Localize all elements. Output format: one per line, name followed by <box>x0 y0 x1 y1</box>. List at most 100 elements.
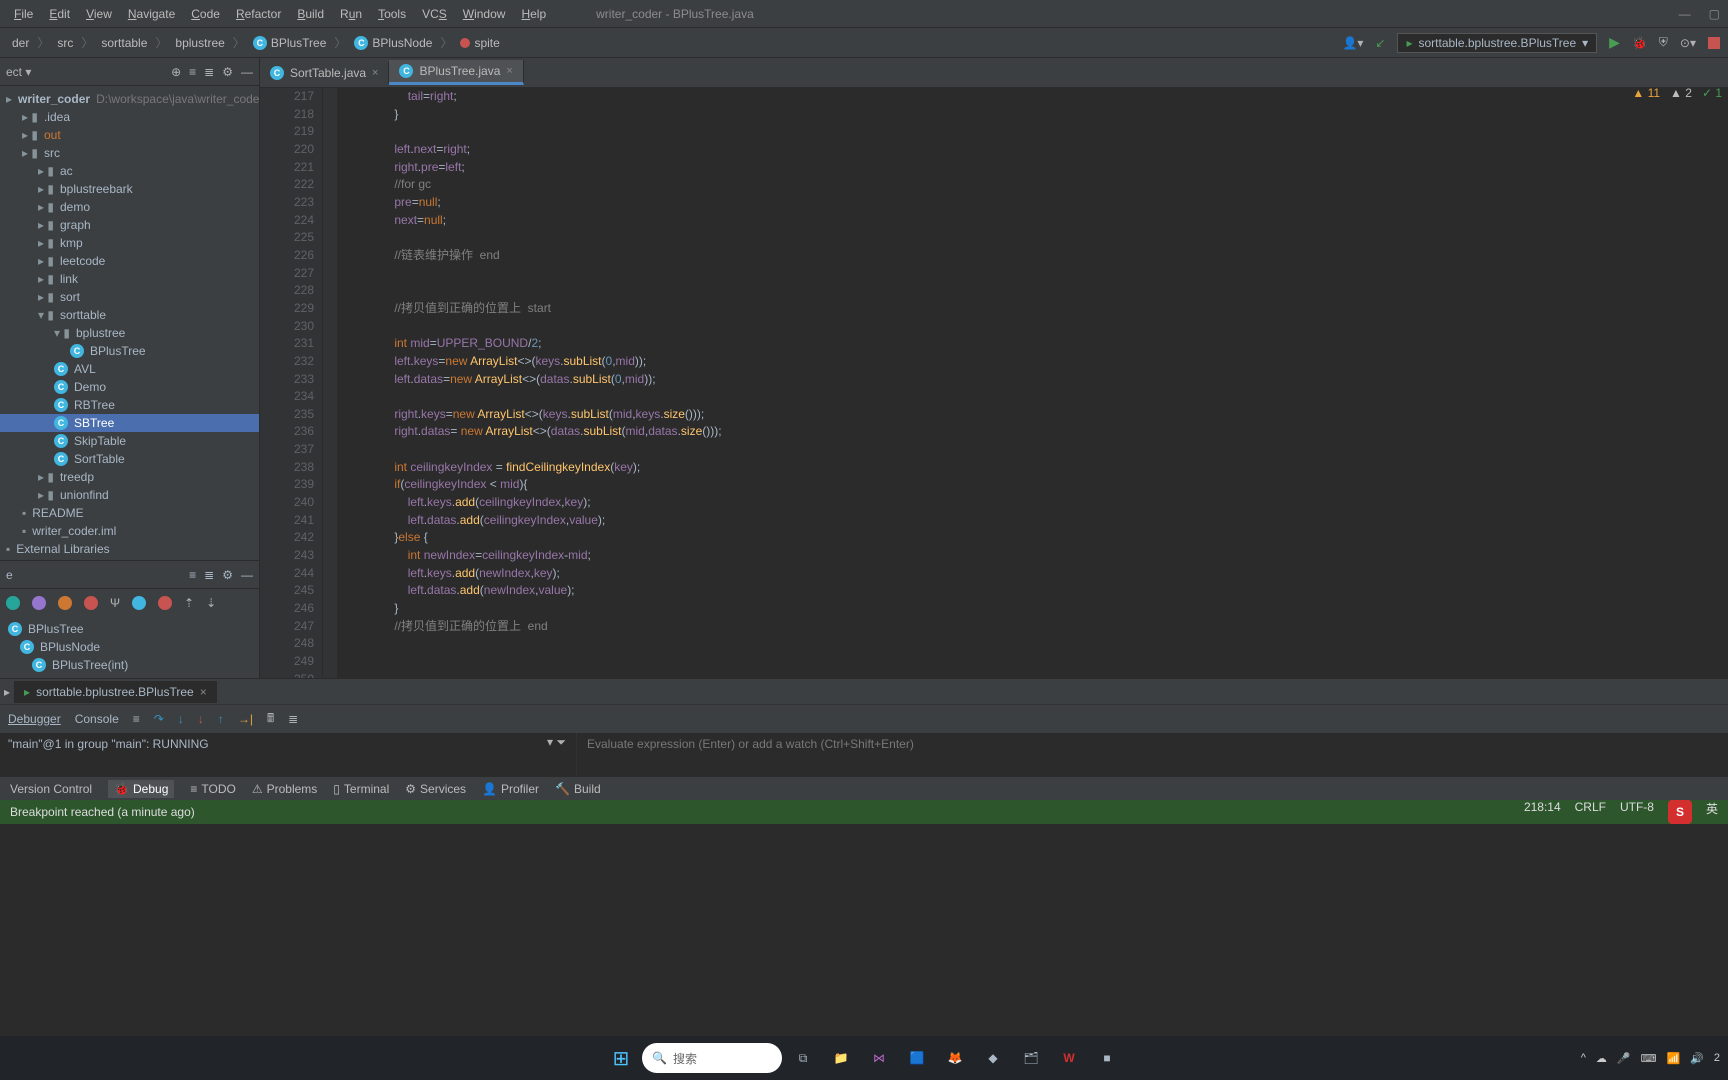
tree-item-external libraries[interactable]: ▪External Libraries <box>0 540 259 558</box>
project-label[interactable]: ect ▾ <box>6 65 31 79</box>
crumb-class[interactable]: CBPlusTree <box>249 34 331 52</box>
filter-anon-icon[interactable] <box>132 596 146 610</box>
task-view[interactable]: ⧉ <box>786 1041 820 1075</box>
filter-field-icon[interactable] <box>58 596 72 610</box>
start-button[interactable]: ⊞ <box>604 1041 638 1075</box>
ime-lang[interactable]: 英 <box>1706 800 1718 824</box>
filter-property-icon[interactable] <box>32 596 46 610</box>
tree-item-bplustree[interactable]: CBPlusTree <box>0 342 259 360</box>
run-button[interactable]: ▶ <box>1609 34 1620 51</box>
inspection-widget[interactable]: ▲ 11 ▲ 2 ✓ 1 <box>1632 86 1722 100</box>
tree-item-sbtree[interactable]: CSBTree <box>0 414 259 432</box>
tree-root[interactable]: ▸ writer_coder D:\workspace\java\writer_… <box>0 90 259 108</box>
collapse-icon[interactable]: ≣ <box>204 65 214 79</box>
filter-up-icon[interactable]: ⇡ <box>184 596 194 610</box>
crumb-sorttable[interactable]: sorttable <box>97 34 151 52</box>
menu-file[interactable]: File <box>8 5 39 23</box>
code-area[interactable]: 2172182192202212222232242252262272282292… <box>260 88 1728 678</box>
force-step-icon[interactable]: ↓ <box>198 712 204 726</box>
stop-button[interactable] <box>1708 37 1720 49</box>
structure-label[interactable]: e <box>6 568 13 582</box>
menu-navigate[interactable]: Navigate <box>122 5 181 23</box>
tree-item-treedp[interactable]: ▸ ▮treedp <box>0 468 259 486</box>
run-config-selector[interactable]: ▸ sorttable.bplustree.BPlusTree ▾ <box>1397 33 1597 53</box>
frames-panel[interactable]: "main"@1 in group "main": RUNNING ▾ ⏷ <box>0 733 576 776</box>
app-icon-2[interactable]: 🗂 <box>1014 1041 1048 1075</box>
explorer-icon[interactable]: 📁 <box>824 1041 858 1075</box>
variables-panel[interactable]: Evaluate expression (Enter) or add a wat… <box>576 733 1728 776</box>
tree-item-unionfind[interactable]: ▸ ▮unionfind <box>0 486 259 504</box>
caret-position[interactable]: 218:14 <box>1524 800 1561 824</box>
menu-refactor[interactable]: Refactor <box>230 5 287 23</box>
tree-item-leetcode[interactable]: ▸ ▮leetcode <box>0 252 259 270</box>
tool-profiler[interactable]: 👤 Profiler <box>482 782 539 796</box>
wifi-icon[interactable]: 📶 <box>1666 1052 1680 1065</box>
menu-tools[interactable]: Tools <box>372 5 412 23</box>
editor-tab-BPlusTree.java[interactable]: CBPlusTree.java× <box>389 60 523 85</box>
debug-button[interactable]: 🐞 <box>1632 36 1647 50</box>
tree-item-sorttable[interactable]: CSortTable <box>0 450 259 468</box>
evaluate-icon[interactable]: 🖩 <box>267 709 274 730</box>
crumb-root[interactable]: der <box>8 34 33 52</box>
tree-item-demo[interactable]: ▸ ▮demo <box>0 198 259 216</box>
tool-build[interactable]: 🔨 Build <box>555 782 601 796</box>
add-user-icon[interactable]: 👤▾ <box>1342 36 1363 50</box>
edge-icon[interactable]: 🟦 <box>900 1041 934 1075</box>
wps-icon[interactable]: W <box>1052 1041 1086 1075</box>
editor-tab-SortTable.java[interactable]: CSortTable.java× <box>260 62 389 84</box>
settings-icon[interactable]: ⚙ <box>222 65 233 79</box>
filter-down-icon[interactable]: ⇣ <box>206 596 216 610</box>
tree-item-bplustreebark[interactable]: ▸ ▮bplustreebark <box>0 180 259 198</box>
volume-icon[interactable]: 🔊 <box>1690 1052 1704 1065</box>
ime-indicator[interactable]: S <box>1668 800 1692 824</box>
filter-method-icon[interactable] <box>84 596 98 610</box>
close-icon[interactable]: × <box>506 65 512 77</box>
crumb-inner[interactable]: CBPlusNode <box>350 34 436 52</box>
tree-item-ac[interactable]: ▸ ▮ac <box>0 162 259 180</box>
expand-icon[interactable]: ≡ <box>189 65 196 79</box>
taskbar-search[interactable]: 🔍 搜索 <box>642 1043 782 1073</box>
step-into-icon[interactable]: ↷ <box>154 712 164 726</box>
app-icon-3[interactable]: ■ <box>1090 1041 1124 1075</box>
tool-problems[interactable]: ⚠ Problems <box>252 782 317 796</box>
system-tray[interactable]: ^ ☁ 🎤 ⌨ 📶 🔊 2 <box>1581 1052 1720 1065</box>
tree-item-kmp[interactable]: ▸ ▮kmp <box>0 234 259 252</box>
structure-item[interactable]: CBPlusTree(int) <box>0 656 259 674</box>
trace-icon[interactable]: ≣ <box>288 712 298 726</box>
tree-item-graph[interactable]: ▸ ▮graph <box>0 216 259 234</box>
thread-dropdown-icon[interactable]: ▾ ⏷ <box>547 735 566 750</box>
menu-run[interactable]: Run <box>334 5 368 23</box>
filter-inherited-icon[interactable]: Ψ <box>110 596 120 610</box>
collapse-all-icon[interactable]: ≣ <box>204 568 214 582</box>
fold-column[interactable] <box>323 88 337 678</box>
filter-nonpublic-icon[interactable] <box>158 596 172 610</box>
tree-item-writer_coder.iml[interactable]: ▪writer_coder.iml <box>0 522 259 540</box>
tree-item-readme[interactable]: ▪README <box>0 504 259 522</box>
gear-icon[interactable]: ⚙ <box>222 568 233 582</box>
console-tab[interactable]: Console <box>75 712 119 726</box>
step-down-icon[interactable]: ↓ <box>178 712 184 726</box>
run-to-cursor-icon[interactable]: →| <box>238 712 253 726</box>
crumb-src[interactable]: src <box>53 34 77 52</box>
expand-all-icon[interactable]: ≡ <box>189 568 196 582</box>
firefox-icon[interactable]: 🦊 <box>938 1041 972 1075</box>
tool-debug[interactable]: 🐞 Debug <box>108 780 174 798</box>
menu-view[interactable]: View <box>80 5 118 23</box>
tool-todo[interactable]: ≡ TODO <box>190 782 235 796</box>
code-text[interactable]: tail=right; } left.next=right; right.pre… <box>337 88 1728 678</box>
hide-icon[interactable]: — <box>241 65 253 79</box>
close-icon[interactable]: × <box>200 685 207 699</box>
tree-item-sorttable[interactable]: ▾ ▮sorttable <box>0 306 259 324</box>
app-icon-1[interactable]: ◆ <box>976 1041 1010 1075</box>
line-separator[interactable]: CRLF <box>1575 800 1606 824</box>
locate-icon[interactable]: ⊕ <box>171 65 181 79</box>
step-over-icon[interactable]: ≡ <box>133 712 140 726</box>
structure-list[interactable]: CBPlusTreeCBPlusNodeCBPlusTree(int) <box>0 616 259 678</box>
tree-item-sort[interactable]: ▸ ▮sort <box>0 288 259 306</box>
crumb-bplustree[interactable]: bplustree <box>171 34 228 52</box>
crumb-method[interactable]: spite <box>456 34 503 52</box>
warnings-count[interactable]: ▲ 11 <box>1632 86 1660 100</box>
tree-item-skiptable[interactable]: CSkipTable <box>0 432 259 450</box>
tree-item-avl[interactable]: CAVL <box>0 360 259 378</box>
vs-icon[interactable]: ⋈ <box>862 1041 896 1075</box>
